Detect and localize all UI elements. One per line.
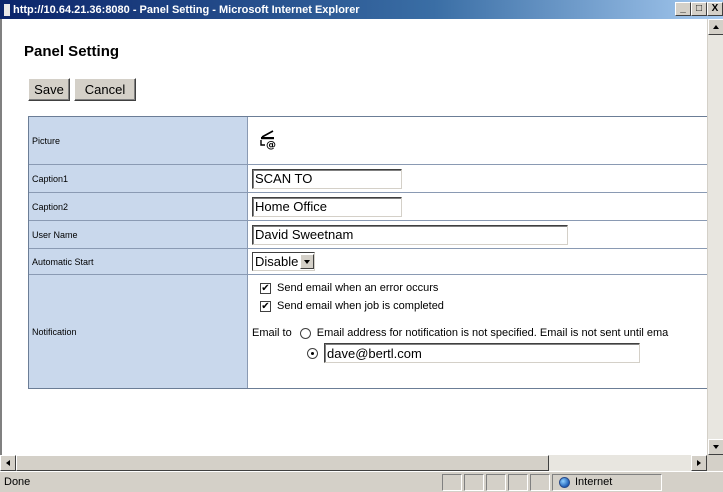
vertical-scrollbar[interactable] [707,19,723,455]
scroll-right-button[interactable] [691,455,707,471]
autostart-select[interactable]: Disable [252,252,316,271]
caption2-label: Caption2 [29,193,248,220]
minimize-button[interactable]: _ [675,2,691,16]
picture-value: @ [248,117,707,164]
notify-error-checkbox[interactable]: ✔ [260,282,271,294]
window-controls: _ □ X [675,2,723,16]
row-caption1: Caption1 [29,164,707,192]
page-title: Panel Setting [24,43,120,60]
horizontal-scroll-thumb[interactable] [16,455,549,471]
email-unspecified-label: Email address for notification is not sp… [316,327,669,339]
notify-error-label: Send email when an error occurs [277,282,439,294]
status-panel [486,473,506,491]
caption1-label: Caption1 [29,165,248,192]
username-input[interactable] [252,224,568,245]
notify-error-option: ✔ Send email when an error occurs [260,279,438,297]
ie-icon [4,3,10,16]
chevron-down-icon[interactable] [300,254,315,269]
email-unspecified-radio[interactable] [299,327,311,339]
row-automatic-start: Automatic Start Disable [29,248,707,274]
svg-text:@: @ [266,140,276,150]
scroll-down-button[interactable] [708,439,723,455]
row-user-name: User Name [29,220,707,248]
email-address-radio[interactable] [307,347,318,359]
arrow-left-icon [6,460,10,466]
arrow-down-icon [713,445,719,449]
notification-options: ✔ Send email when an error occurs ✔ Send… [248,275,707,388]
window-title-bar: http://10.64.21.36:8080 - Panel Setting … [0,0,723,19]
email-to-row: Email to Email address for notification … [252,324,668,342]
page-content: Panel Setting Save Cancel Picture @ Capt… [0,19,707,455]
email-address-row [307,343,640,363]
email-to-label: Email to [252,327,292,339]
status-panel [508,473,528,491]
horizontal-scrollbar[interactable] [0,455,707,471]
notification-label: Notification [29,275,248,388]
scan-to-email-icon[interactable]: @ [258,128,280,153]
zone-label: Internet [575,476,613,488]
status-panel [442,473,462,491]
row-caption2: Caption2 [29,192,707,220]
autostart-selected-value: Disable [255,254,299,269]
window-title: http://10.64.21.36:8080 - Panel Setting … [13,3,360,16]
security-zone: Internet [552,473,662,491]
arrow-up-icon [713,25,719,29]
globe-icon [559,476,570,488]
row-notification: Notification ✔ Send email when an error … [29,274,707,388]
status-panel [464,473,484,491]
save-button[interactable]: Save [28,78,70,101]
cancel-button[interactable]: Cancel [74,78,136,101]
autostart-label: Automatic Start [29,249,248,274]
notify-complete-option: ✔ Send email when job is completed [260,297,444,315]
scroll-up-button[interactable] [708,19,723,35]
status-panel [530,473,550,491]
row-picture: Picture @ [29,117,707,164]
status-text: Done [4,476,31,488]
scrollbar-corner [707,455,723,471]
scroll-left-button[interactable] [0,455,16,471]
settings-table: Picture @ Caption1 Caption2 [28,116,707,389]
picture-label: Picture [29,117,248,164]
caption2-input[interactable] [252,196,402,217]
arrow-right-icon [697,460,701,466]
status-bar: Done Internet [0,471,723,492]
maximize-button[interactable]: □ [691,2,707,16]
notify-complete-label: Send email when job is completed [277,300,444,312]
email-address-input[interactable] [324,343,640,363]
close-button[interactable]: X [707,2,723,16]
notify-complete-checkbox[interactable]: ✔ [260,300,271,312]
caption1-input[interactable] [252,168,402,189]
username-label: User Name [29,221,248,248]
